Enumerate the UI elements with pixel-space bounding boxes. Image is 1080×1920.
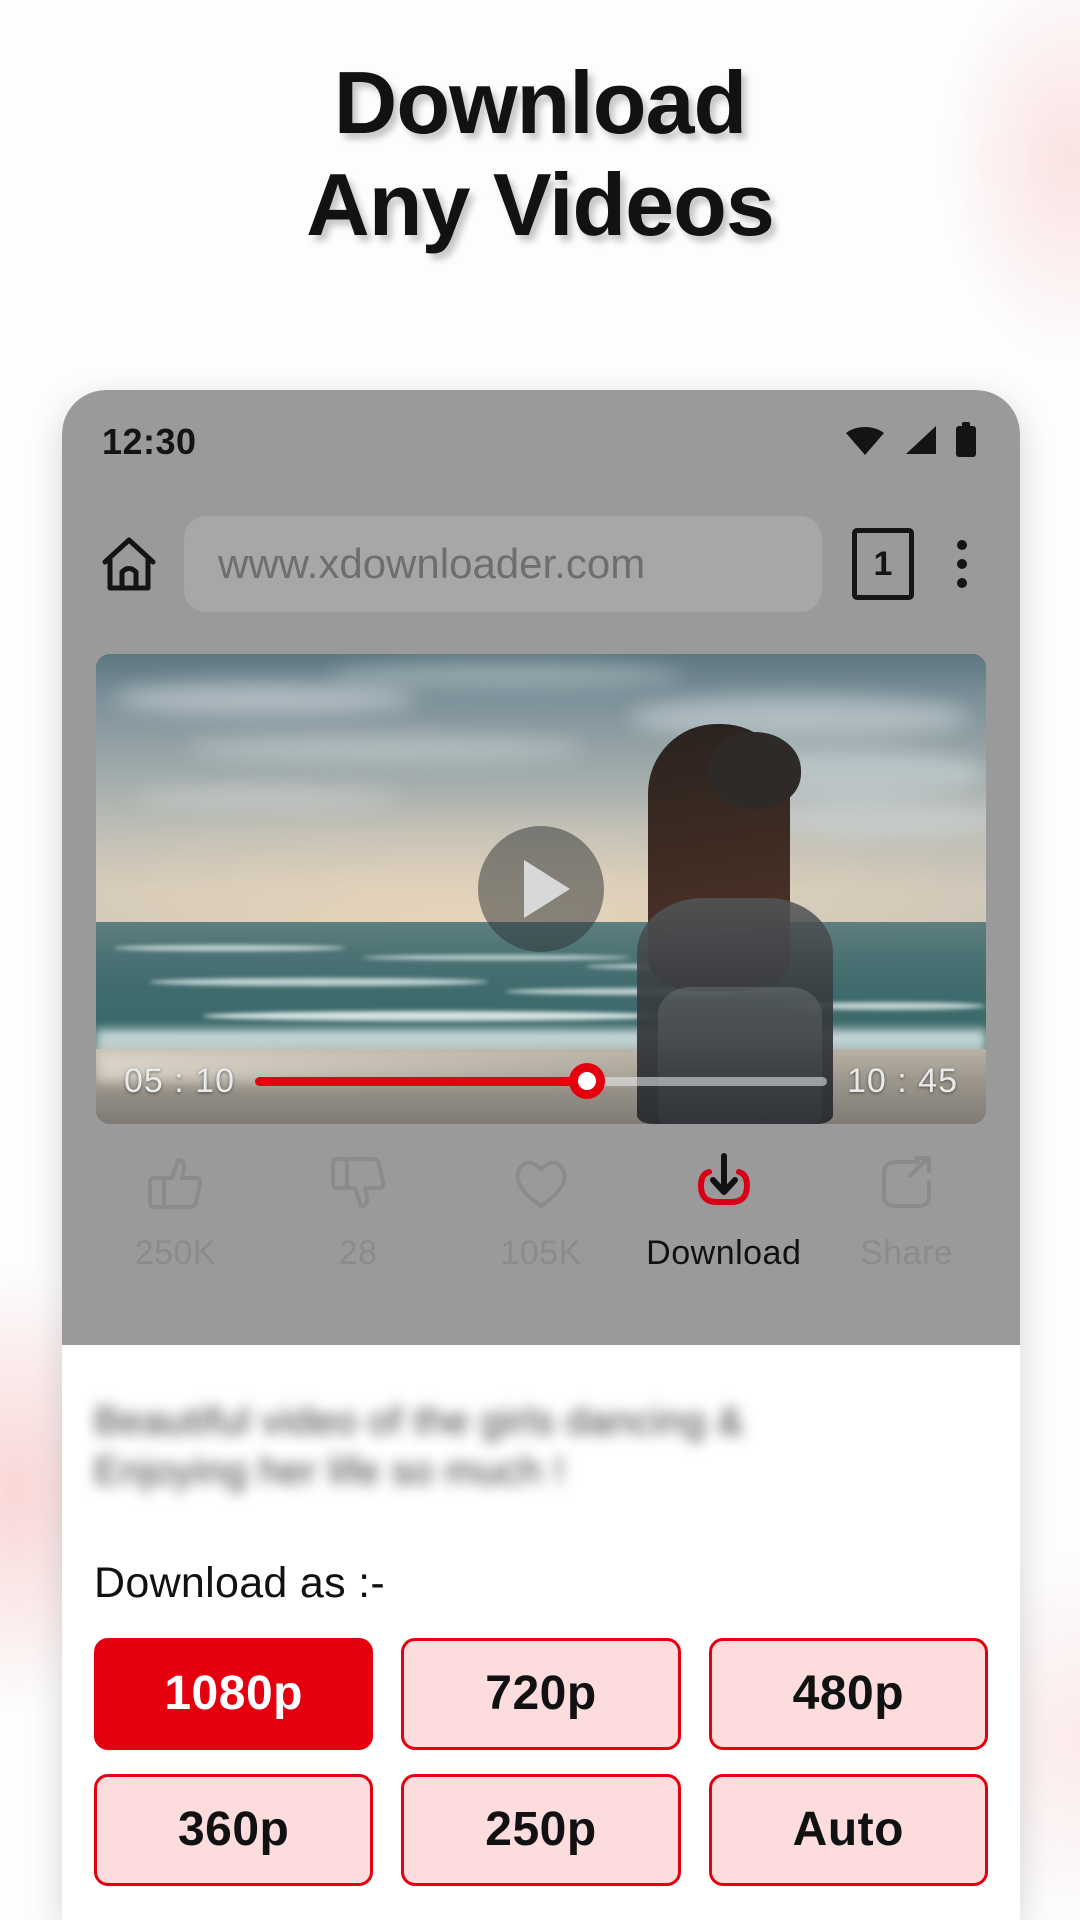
phone-mockup: 12:30 www.xdownloader.com 1 05: 10 10:… <box>62 390 1020 1920</box>
quality-option-720p[interactable]: 720p <box>401 1637 681 1750</box>
battery-icon <box>954 421 978 463</box>
wifi-icon <box>844 424 886 461</box>
play-icon[interactable] <box>478 826 604 952</box>
dislike-button[interactable]: 28 <box>274 1150 442 1273</box>
page-title-line-2: Any Videos <box>306 155 775 255</box>
download-icon <box>693 1150 755 1216</box>
quality-label: 480p <box>792 1667 905 1721</box>
quality-label: 250p <box>485 1803 597 1857</box>
like-button[interactable]: 250K <box>91 1150 259 1273</box>
thumbs-up-icon <box>144 1150 206 1216</box>
url-input[interactable]: www.xdownloader.com <box>184 516 822 612</box>
signal-icon <box>902 424 938 461</box>
quality-label: 720p <box>485 1667 597 1721</box>
heart-icon <box>510 1150 572 1216</box>
overflow-menu-icon[interactable] <box>938 527 986 601</box>
quality-options-grid: 1080p 720p 480p 360p 250p Auto <box>94 1637 988 1886</box>
home-icon[interactable] <box>92 527 166 601</box>
current-time-label: 05 : 10 <box>124 1061 235 1100</box>
seek-bar[interactable] <box>254 1063 828 1099</box>
like-count: 250K <box>134 1234 217 1272</box>
download-sheet: Beautiful video of the girls dancing & E… <box>62 1345 1020 1920</box>
quality-label: Auto <box>792 1803 904 1857</box>
download-label: Download <box>646 1234 802 1272</box>
quality-label: 360p <box>177 1803 290 1857</box>
share-label: Share <box>859 1234 954 1272</box>
favorite-count: 105K <box>500 1234 582 1272</box>
quality-option-480p[interactable]: 480p <box>708 1637 988 1750</box>
share-button[interactable]: Share <box>823 1150 991 1273</box>
status-bar-clock: 12:30 <box>102 421 197 462</box>
dislike-count: 28 <box>338 1234 378 1272</box>
video-controls: 05 : 10 10 : 45 <box>96 1038 986 1124</box>
quality-option-auto[interactable]: Auto <box>708 1773 988 1886</box>
video-action-row: 250K 28 105K Download Share <box>62 1150 1020 1330</box>
tab-counter-button[interactable]: 1 <box>852 528 914 600</box>
page-title: Download Any Videos <box>0 52 1080 256</box>
tab-counter-label: 1 <box>873 544 893 583</box>
browser-toolbar: www.xdownloader.com 1 <box>62 494 1020 634</box>
quality-label: 1080p <box>164 1667 303 1721</box>
thumbs-down-icon <box>327 1150 389 1216</box>
url-text: www.xdownloader.com <box>218 540 646 587</box>
download-button[interactable]: Download <box>640 1150 808 1273</box>
video-description: Beautiful video of the girls dancing & E… <box>94 1400 744 1493</box>
download-as-label: Download as :- <box>94 1558 386 1607</box>
total-time-label: 10 : 45 <box>847 1061 958 1100</box>
seek-bar-thumb[interactable] <box>568 1063 605 1099</box>
favorite-button[interactable]: 105K <box>457 1150 625 1273</box>
quality-option-250p[interactable]: 250p <box>401 1773 681 1886</box>
video-player[interactable]: 05 : 10 10 : 45 <box>96 654 986 1124</box>
quality-option-1080p[interactable]: 1080p <box>94 1637 374 1750</box>
page-background: Download Any Videos 12:30 www.xdownloade… <box>0 0 1080 1920</box>
status-bar: 12:30 <box>62 390 1020 494</box>
status-bar-icons <box>844 421 978 463</box>
seek-bar-fill <box>254 1076 587 1086</box>
share-icon <box>876 1150 938 1216</box>
page-title-line-1: Download <box>333 53 747 152</box>
quality-option-360p[interactable]: 360p <box>94 1773 374 1886</box>
